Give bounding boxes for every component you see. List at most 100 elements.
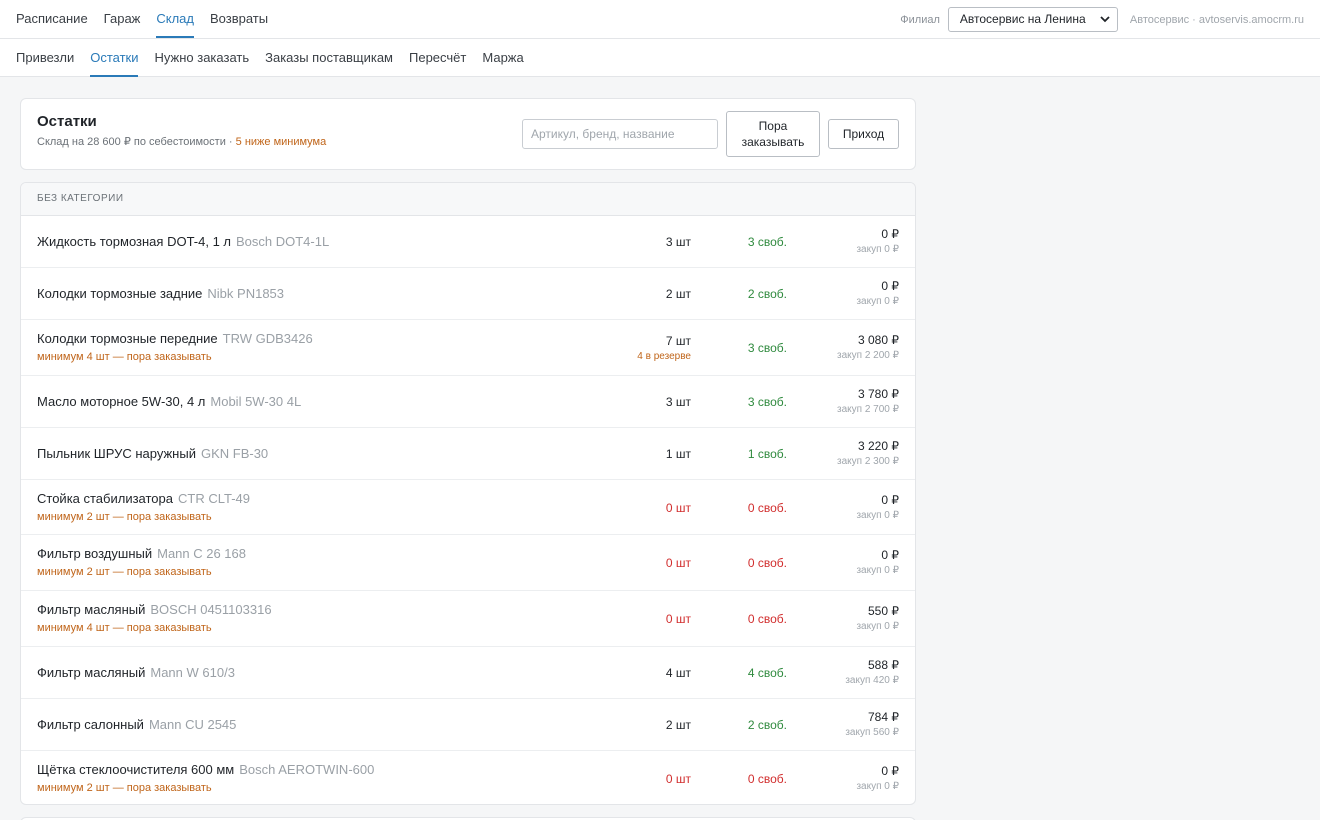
item-name-line[interactable]: Жидкость тормозная DOT-4, 1 л Bosch DOT4-…: [37, 234, 329, 249]
item-quantity: 0 шт: [665, 771, 691, 786]
tab-arrived[interactable]: Привезли: [16, 39, 74, 77]
tab-recount[interactable]: Пересчёт: [409, 39, 466, 77]
item-quantity: 0 шт: [665, 500, 691, 515]
table-row[interactable]: Фильтр воздушный Mann C 26 168 минимум 2 ш…: [21, 535, 915, 591]
branch-label: Филиал: [900, 13, 940, 26]
item-quantity: 2 шт: [665, 718, 691, 732]
search-input[interactable]: [522, 119, 718, 149]
item-price: 550 ₽: [868, 604, 899, 618]
item-free: 3 своб.: [747, 395, 787, 409]
table-row[interactable]: Фильтр салонный Mann CU 2545 2 шт 2 своб. 78…: [21, 699, 915, 751]
item-purchase-price: закуп 0 ₽: [856, 565, 899, 576]
minimum-warning: минимум 2 шт — пора заказывать: [37, 566, 212, 578]
warehouse-nav: Привезли Остатки Нужно заказать Заказы п…: [16, 39, 540, 77]
item-name-line[interactable]: Фильтр масляный Mann W 610/3: [37, 665, 235, 680]
item-free: 0 своб.: [747, 612, 787, 626]
item-free: 0 своб.: [747, 500, 787, 515]
item-name-line[interactable]: Фильтр салонный Mann CU 2545: [37, 717, 236, 732]
item-name-line[interactable]: Стойка стабилизатора CTR CLT-49: [37, 491, 250, 506]
table-row[interactable]: Фильтр масляный BOSCH 0451103316 минимум 4…: [21, 591, 915, 647]
item-quantity: 7 шт: [665, 334, 691, 348]
chevron-down-icon: [1100, 16, 1110, 23]
branch-area: Филиал Автосервис на Ленина Автосервис ·…: [900, 7, 1304, 32]
page-title: Остатки: [37, 113, 97, 130]
item-name-line[interactable]: Фильтр масляный BOSCH 0451103316: [37, 602, 272, 617]
item-purchase-price: закуп 0 ₽: [856, 244, 899, 255]
table-row[interactable]: Стойка стабилизатора CTR CLT-49 минимум 2 …: [21, 480, 915, 535]
item-name-line[interactable]: Щётка стеклоочистителя 600 мм Bosch AEROT…: [37, 762, 374, 777]
item-article: Bosch DOT4-1L: [236, 234, 330, 249]
table-row[interactable]: Пыльник ШРУС наружный GKN FB-30 1 шт 1 своб…: [21, 428, 915, 480]
table-row[interactable]: Колодки тормозные задние Nibk PN1853 2 шт 2…: [21, 268, 915, 320]
tab-margin[interactable]: Маржа: [482, 39, 523, 77]
minimum-warning: минимум 2 шт — пора заказывать: [37, 510, 212, 523]
tab-supplier-orders[interactable]: Заказы поставщикам: [265, 39, 393, 77]
item-quantity: 3 шт: [665, 235, 691, 249]
item-name-line[interactable]: Колодки тормозные задние Nibk PN1853: [37, 286, 284, 301]
item-quantity: 2 шт: [665, 287, 691, 301]
item-name: Фильтр воздушный: [37, 546, 153, 561]
item-purchase-price: закуп 2 300 ₽: [837, 456, 899, 467]
table-row[interactable]: Щётка стеклоочистителя 600 мм Bosch AEROT…: [21, 751, 915, 804]
stock-header-card: Остатки Склад на 28 600 ₽ по себестоимос…: [20, 98, 916, 170]
item-name: Колодки тормозные передние: [37, 331, 218, 346]
item-name-line[interactable]: Колодки тормозные передние TRW GDB3426: [37, 331, 313, 346]
item-price: 3 780 ₽: [858, 387, 899, 401]
item-article: GKN FB-30: [200, 446, 269, 461]
stock-rows: Жидкость тормозная DOT-4, 1 л Bosch DOT4-…: [21, 216, 915, 804]
item-name: Пыльник ШРУС наружный: [37, 446, 196, 461]
item-purchase-price: закуп 560 ₽: [845, 727, 899, 738]
tab-returns[interactable]: Возвраты: [210, 0, 268, 38]
item-quantity: 3 шт: [665, 395, 691, 409]
tab-stock[interactable]: Остатки: [90, 39, 139, 77]
item-article: Nibk PN1853: [207, 286, 285, 301]
item-name-line[interactable]: Пыльник ШРУС наружный GKN FB-30: [37, 446, 268, 461]
stock-list: БЕЗ КАТЕГОРИИ Жидкость тормозная DOT-4, …: [20, 182, 916, 805]
item-name: Масло моторное 5W-30, 4 л: [37, 394, 206, 409]
table-row[interactable]: Масло моторное 5W-30, 4 л Mobil 5W-30 4L 3…: [21, 376, 915, 428]
tab-warehouse[interactable]: Склад: [156, 0, 194, 38]
organization-label: Автосервис · avtoservis.amocrm.ru: [1129, 13, 1304, 26]
table-row[interactable]: Колодки тормозные передние TRW GDB3426 мин…: [21, 320, 915, 376]
item-free: 1 своб.: [747, 447, 787, 461]
time-to-order-label-2: заказывать: [741, 135, 805, 149]
item-free: 0 своб.: [747, 771, 787, 786]
item-purchase-price: закуп 2 200 ₽: [837, 350, 899, 361]
income-button[interactable]: Приход: [828, 119, 899, 149]
item-price: 0 ₽: [881, 548, 899, 562]
item-name: Стойка стабилизатора: [37, 490, 173, 506]
branch-select[interactable]: Автосервис на Ленина: [947, 7, 1118, 32]
category-header: БЕЗ КАТЕГОРИИ: [21, 183, 915, 216]
item-name: Фильтр салонный: [37, 717, 144, 732]
item-price: 0 ₽: [881, 763, 899, 778]
table-row[interactable]: Фильтр масляный Mann W 610/3 4 шт 4 своб. 58…: [21, 647, 915, 699]
item-name: Колодки тормозные задние: [37, 286, 203, 301]
item-article: Mann W 610/3: [150, 665, 235, 680]
sub-bar: Привезли Остатки Нужно заказать Заказы п…: [0, 39, 1320, 77]
item-name: Жидкость тормозная DOT-4, 1 л: [37, 234, 231, 249]
item-purchase-price: закуп 0 ₽: [856, 780, 899, 792]
tab-schedule[interactable]: Расписание: [16, 0, 88, 38]
item-article: Mobil 5W-30 4L: [210, 394, 302, 409]
item-quantity: 0 шт: [665, 612, 691, 626]
item-free: 2 своб.: [747, 287, 787, 301]
main-nav: Расписание Гараж Склад Возвраты: [16, 0, 284, 38]
item-free: 3 своб.: [747, 341, 787, 355]
tab-garage[interactable]: Гараж: [104, 0, 141, 38]
item-name-line[interactable]: Масло моторное 5W-30, 4 л Mobil 5W-30 4L: [37, 394, 301, 409]
item-purchase-price: закуп 0 ₽: [856, 621, 899, 632]
item-name-line[interactable]: Фильтр воздушный Mann C 26 168: [37, 546, 246, 561]
time-to-order-button[interactable]: Пора заказывать: [726, 111, 820, 157]
item-reserve: 4 в резерве: [637, 351, 691, 362]
item-purchase-price: закуп 420 ₽: [845, 675, 899, 686]
item-quantity: 1 шт: [665, 447, 691, 461]
below-minimum-count[interactable]: 5 ниже минимума: [236, 136, 327, 148]
tab-need-order[interactable]: Нужно заказать: [154, 39, 249, 77]
item-price: 3 220 ₽: [858, 439, 899, 453]
item-quantity: 4 шт: [665, 666, 691, 680]
table-row[interactable]: Жидкость тормозная DOT-4, 1 л Bosch DOT4-…: [21, 216, 915, 268]
item-free: 2 своб.: [747, 718, 787, 732]
item-purchase-price: закуп 0 ₽: [856, 296, 899, 307]
item-price: 0 ₽: [881, 227, 899, 241]
stock-summary-text: Склад на 28 600 ₽ по себестоимости ·: [37, 136, 236, 148]
